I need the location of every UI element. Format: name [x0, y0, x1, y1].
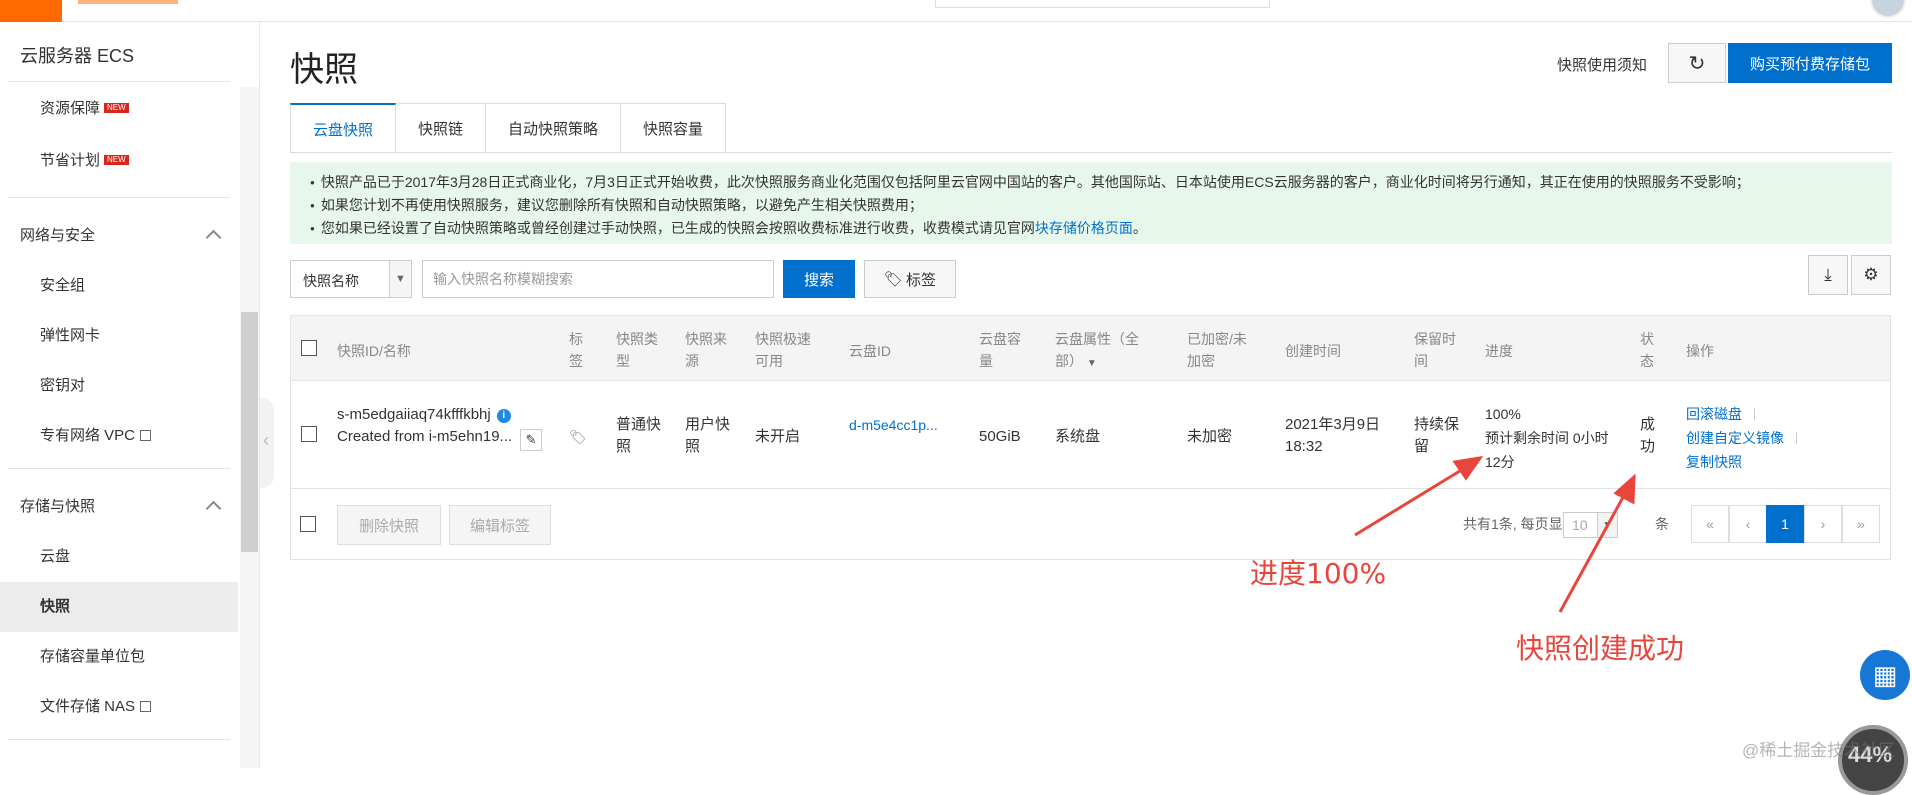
success-arrow-line: [1558, 489, 1629, 613]
success-arrow-head: [1613, 473, 1636, 505]
progress-arrow-line: [1354, 464, 1469, 537]
annotation-progress: 进度100%: [1250, 557, 1387, 590]
apps-grid-icon[interactable]: ▦: [1860, 650, 1910, 700]
watermark: @稀土掘金技术社区: [1742, 741, 1896, 760]
progress-arrow-head: [1452, 455, 1484, 481]
annotation-success: 快照创建成功: [1516, 632, 1685, 665]
